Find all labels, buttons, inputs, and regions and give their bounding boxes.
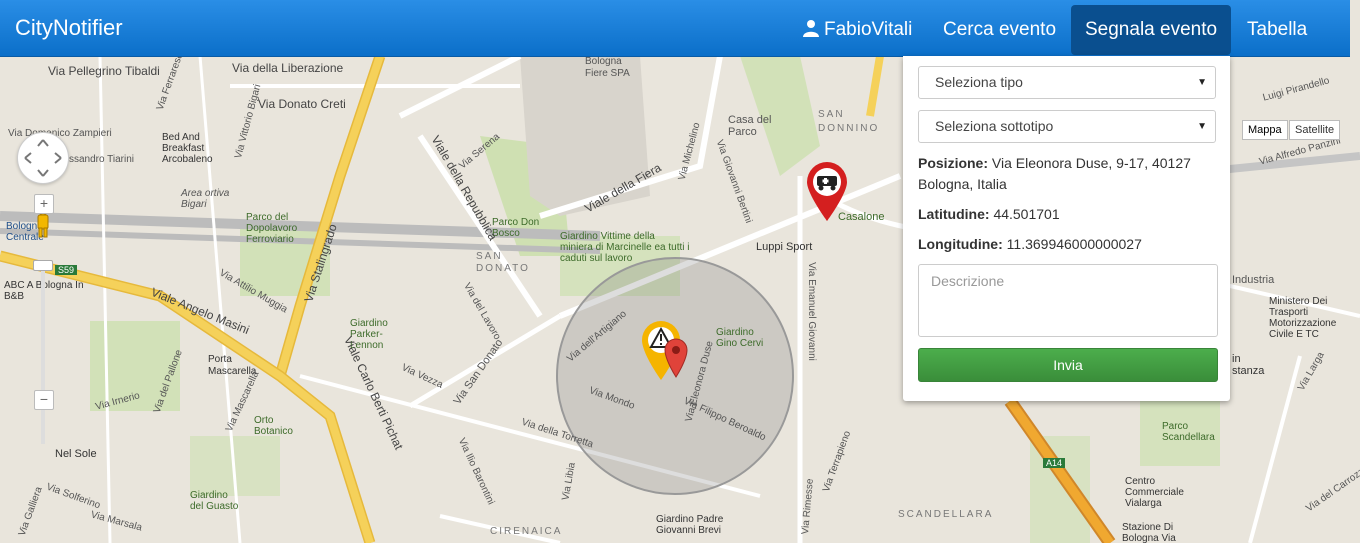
label-bed-breakfast: Bed And Breakfast Arcobaleno [162, 132, 213, 165]
label-giardino-padre: Giardino Padre Giovanni Brevi [656, 514, 724, 536]
dropdown-caret-icon: ▼ [1197, 121, 1207, 132]
label-san-donnino: SAN DONNINO [818, 109, 880, 134]
submit-button[interactable]: Invia [918, 348, 1218, 382]
label-bologna-fiere: Bologna Fiere SPA [585, 56, 630, 79]
map-type-satellite-button[interactable]: Satellite [1289, 120, 1341, 140]
location-pin-icon[interactable] [664, 338, 688, 383]
pan-arrows-icon [24, 139, 62, 177]
label-abc-bologna: ABC A Bologna In B&B [4, 280, 84, 302]
label-industria: Industria [1232, 274, 1275, 286]
description-placeholder: Descrizione [931, 273, 1005, 289]
label-stazione-bologna: Stazione Di Bologna Via [1122, 522, 1176, 543]
label-giardino-guasto: Giardino del Guasto [190, 490, 239, 512]
label-s59: S59 [55, 265, 78, 275]
label-ministero: Ministero Dei Trasporti Motorizzazione C… [1269, 296, 1337, 340]
label-bigari: Area ortiva Bigari [181, 188, 230, 210]
label-casa-parco: Casa del Parco [728, 114, 772, 138]
report-event-panel: Seleziona tipo ▼ Seleziona sottotipo ▼ P… [903, 56, 1230, 401]
zoom-in-button[interactable]: + [34, 194, 54, 214]
position-label: Posizione: [918, 155, 989, 171]
ambulance-marker-icon[interactable] [805, 160, 849, 227]
label-orto-botanico: Orto Botanico [254, 415, 293, 437]
nav-report-event[interactable]: Segnala evento [1071, 5, 1232, 55]
label-parco-scandellara: Parco Scandellara [1162, 421, 1215, 443]
description-textarea[interactable]: Descrizione [918, 264, 1218, 337]
type-select[interactable]: Seleziona tipo ▼ [918, 66, 1216, 99]
user-name: FabioVitali [824, 19, 913, 40]
user-menu[interactable]: FabioVitali [788, 0, 926, 56]
user-icon [802, 2, 820, 62]
label-donato-creti: Via Donato Creti [258, 97, 346, 111]
label-san-donato-district: SAN DONATO [476, 251, 530, 274]
nav-table[interactable]: Tabella [1233, 0, 1321, 56]
longitude-label: Longitudine: [918, 236, 1003, 252]
label-via-emanuel: Via Emanuel Giovanni [805, 262, 817, 361]
label-nel-sole: Nel Sole [55, 448, 97, 460]
longitude-info: Longitudine: 11.369946000000027 [918, 234, 1218, 255]
label-giardino-marcinelle: Giardino Vittime della miniera di Marcin… [560, 231, 690, 264]
label-pellegrino: Via Pellegrino Tibaldi [48, 64, 160, 78]
dropdown-caret-icon: ▼ [1197, 77, 1207, 88]
latitude-label: Latitudine: [918, 206, 990, 222]
label-cirenaica: CIRENAICA [490, 526, 563, 537]
zoom-out-button[interactable]: − [34, 390, 54, 410]
position-info: Posizione: Via Eleonora Duse, 9-17, 4012… [918, 153, 1218, 195]
zoom-slider-track[interactable] [41, 269, 45, 444]
label-in-distanza: in stanza [1232, 353, 1265, 377]
label-parco-don-bosco: Parco Don Bosco [492, 217, 540, 239]
label-scandellara: SCANDELLARA [898, 509, 994, 520]
latitude-value: 44.501701 [993, 206, 1060, 222]
pan-control[interactable] [17, 132, 69, 184]
zoom-slider-handle[interactable] [33, 260, 53, 271]
navbar: CityNotifier FabioVitali Cerca evento Se… [0, 0, 1350, 57]
label-luppi-sport: Luppi Sport [756, 241, 813, 253]
label-gino-cervi: Giardino Gino Cervi [716, 327, 764, 349]
type-select-value: Seleziona tipo [935, 74, 1023, 90]
label-a14: A14 [1043, 458, 1066, 468]
map-type-map-button[interactable]: Mappa [1242, 120, 1288, 140]
label-centro-commerciale: Centro Commerciale Vialarga [1125, 476, 1184, 509]
subtype-select-value: Seleziona sottotipo [935, 118, 1054, 134]
nav-search-event[interactable]: Cerca evento [929, 0, 1070, 56]
subtype-select[interactable]: Seleziona sottotipo ▼ [918, 110, 1216, 143]
label-liberazione: Via della Liberazione [232, 61, 344, 75]
brand-logo[interactable]: CityNotifier [15, 15, 123, 41]
latitude-info: Latitudine: 44.501701 [918, 204, 1218, 225]
longitude-value: 11.369946000000027 [1006, 236, 1142, 252]
label-dopolavoro: Parco del Dopolavoro Ferroviario [246, 212, 298, 245]
